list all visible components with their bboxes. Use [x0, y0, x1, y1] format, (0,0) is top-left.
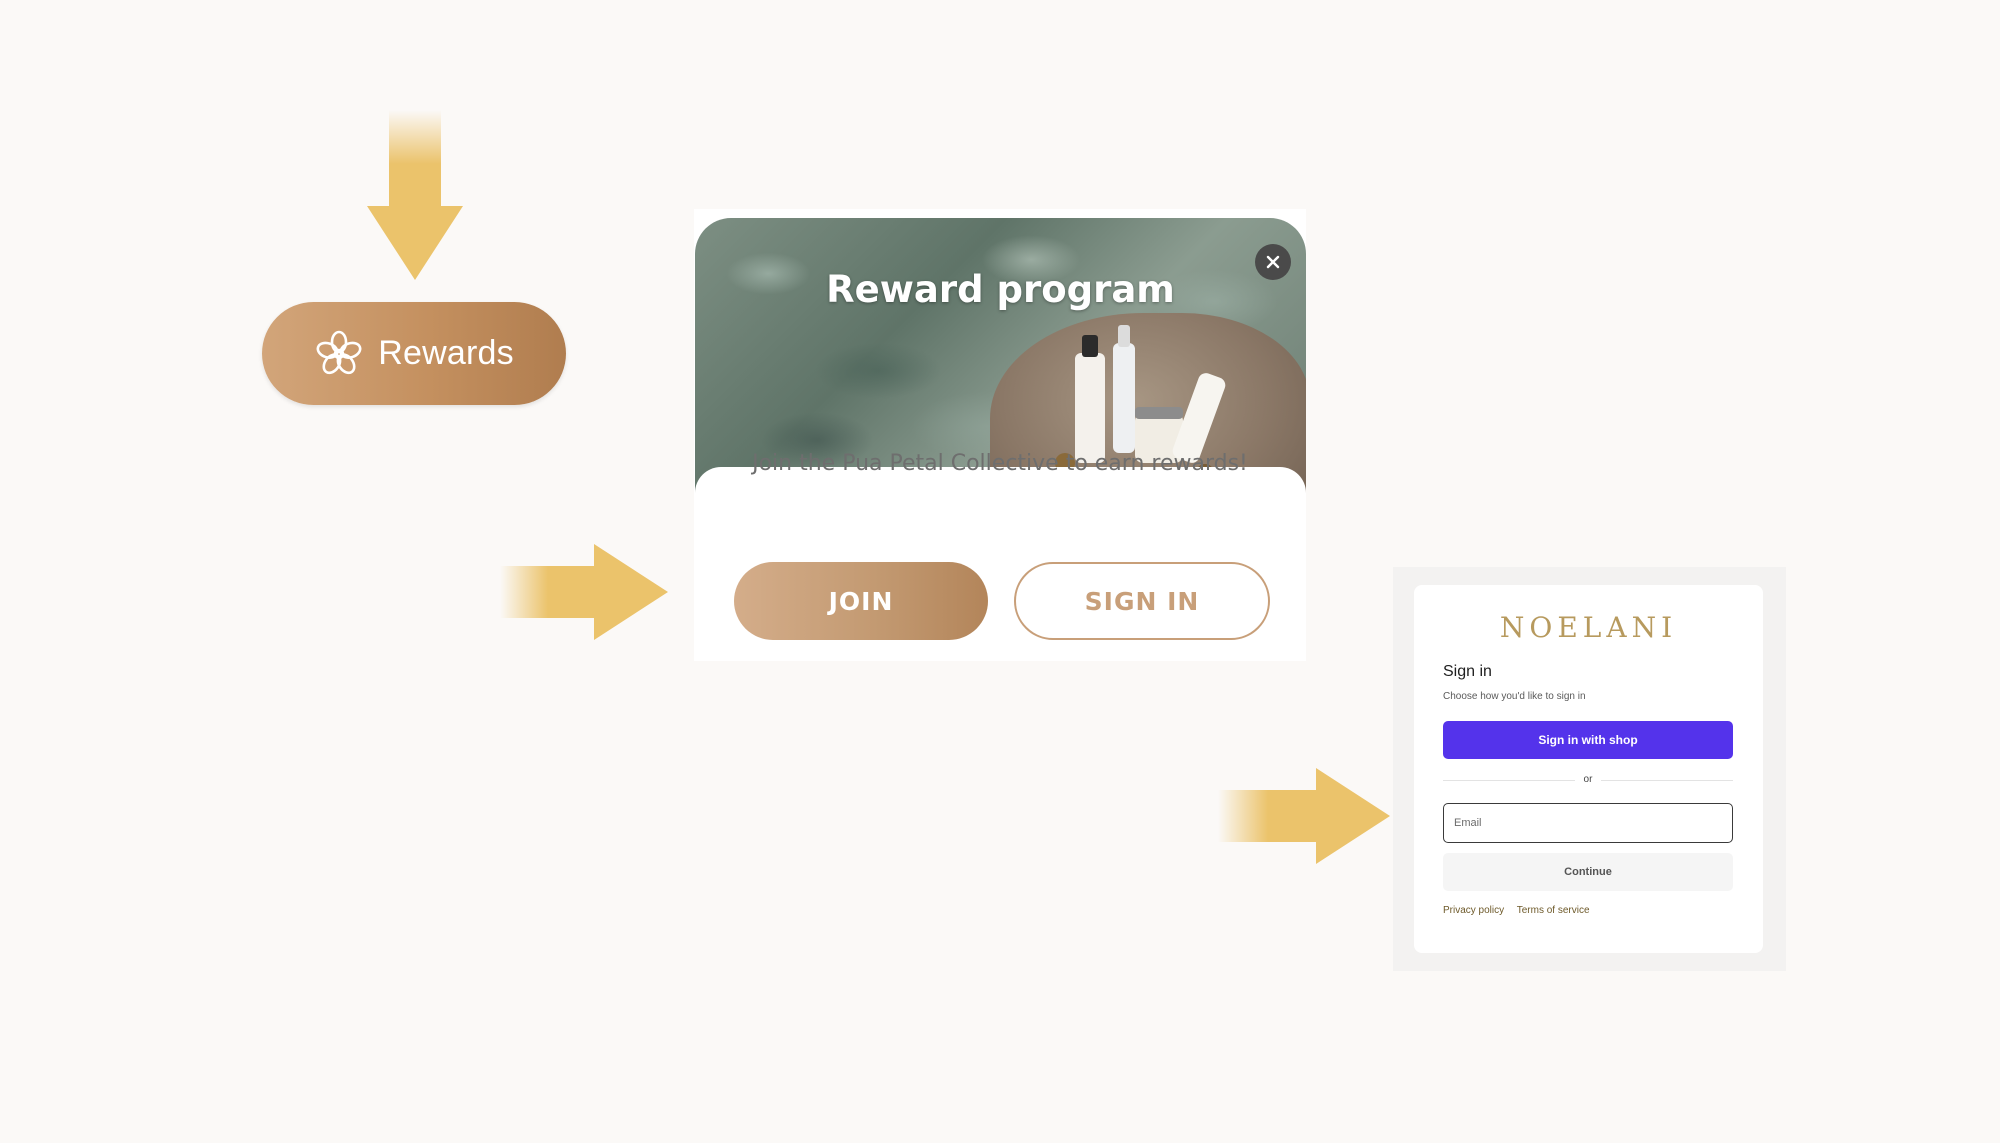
arrow-down-icon	[367, 110, 463, 280]
reward-tagline: Join the Pua Petal Collective to earn re…	[752, 451, 1248, 476]
divider-line-right	[1601, 780, 1733, 781]
sign-in-with-shop-button[interactable]: Sign in with shop	[1443, 721, 1733, 759]
close-button[interactable]	[1255, 244, 1291, 280]
reward-program-title: Reward program	[826, 268, 1175, 311]
privacy-policy-link[interactable]: Privacy policy	[1443, 905, 1504, 916]
or-divider: or	[1443, 774, 1733, 788]
sign-in-button[interactable]: SIGN IN	[1014, 562, 1270, 640]
join-button[interactable]: JOIN	[734, 562, 988, 640]
signin-title: Sign in	[1443, 663, 1492, 680]
terms-of-service-link[interactable]: Terms of service	[1517, 905, 1590, 916]
signin-subtitle: Choose how you'd like to sign in	[1443, 691, 1586, 702]
continue-button[interactable]: Continue	[1443, 853, 1733, 891]
close-icon	[1266, 255, 1280, 269]
reward-program-panel: Reward program Join the Pua Petal Collec…	[694, 209, 1306, 661]
signin-frame: NOELANI Sign in Choose how you'd like to…	[1393, 567, 1786, 971]
arrow-right-icon	[500, 544, 668, 640]
brand-logo: NOELANI	[1499, 611, 1678, 644]
arrow-right-icon	[1218, 768, 1390, 864]
legal-links: Privacy policy Terms of service	[1443, 905, 1600, 916]
email-field[interactable]	[1443, 803, 1733, 843]
rewards-launcher-label: Rewards	[378, 334, 514, 372]
rewards-launcher-button[interactable]: Rewards	[262, 302, 566, 405]
flower-icon	[316, 330, 362, 374]
signin-card: NOELANI Sign in Choose how you'd like to…	[1414, 585, 1763, 953]
